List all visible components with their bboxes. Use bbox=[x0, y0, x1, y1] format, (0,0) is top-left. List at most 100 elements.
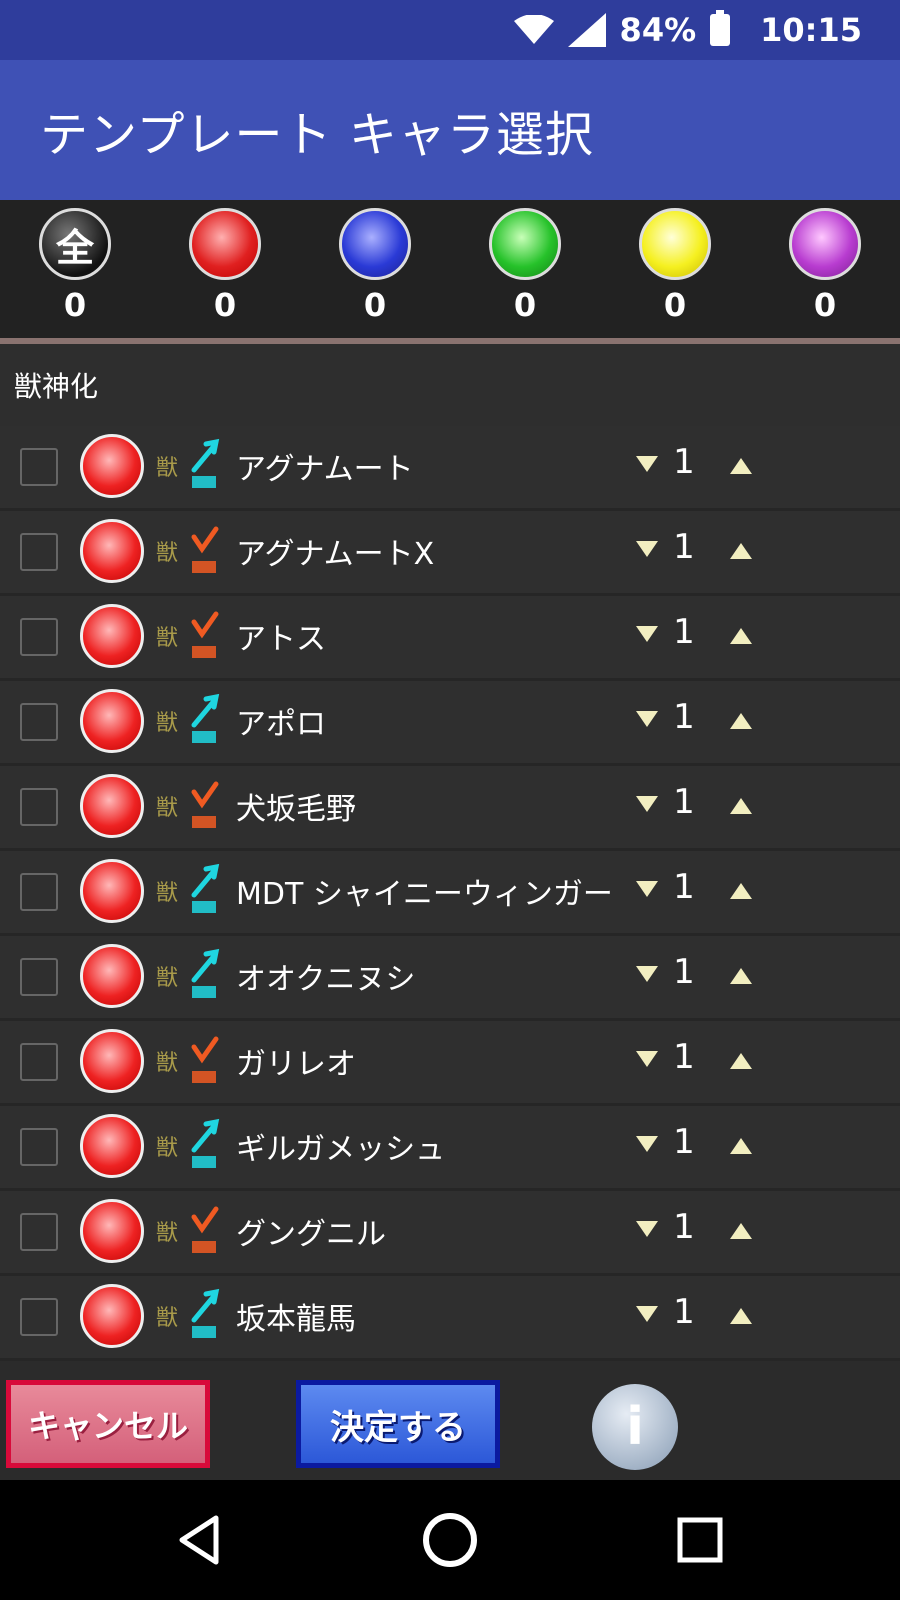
confirm-button[interactable]: 決定する bbox=[296, 1380, 500, 1468]
increment-arrow-icon[interactable] bbox=[730, 543, 752, 559]
quantity-value: 1 bbox=[673, 1292, 695, 1332]
filter-purple[interactable]: 0 bbox=[785, 208, 865, 324]
list-item[interactable]: 獣 MDT シャイニーウィンガー 1 bbox=[0, 851, 900, 936]
all-orb-icon: 全 bbox=[39, 208, 111, 280]
filter-green[interactable]: 0 bbox=[485, 208, 565, 324]
filter-count: 0 bbox=[213, 286, 237, 324]
increment-arrow-icon[interactable] bbox=[730, 798, 752, 814]
list-item[interactable]: 獣 アグナムートX 1 bbox=[0, 511, 900, 596]
select-checkbox[interactable] bbox=[20, 1043, 58, 1081]
info-button[interactable]: i bbox=[592, 1384, 678, 1470]
decrement-arrow-icon[interactable] bbox=[636, 711, 658, 727]
increment-arrow-icon[interactable] bbox=[730, 713, 752, 729]
filter-count: 0 bbox=[513, 286, 537, 324]
info-icon: i bbox=[626, 1397, 644, 1457]
back-icon[interactable] bbox=[170, 1510, 230, 1570]
decrement-arrow-icon[interactable] bbox=[636, 966, 658, 982]
decrement-arrow-icon[interactable] bbox=[636, 456, 658, 472]
fire-orb-icon bbox=[80, 519, 144, 583]
fire-orb-icon bbox=[80, 1029, 144, 1093]
select-checkbox[interactable] bbox=[20, 618, 58, 656]
type-label: 獣 bbox=[156, 626, 179, 651]
select-checkbox[interactable] bbox=[20, 1298, 58, 1336]
pierce-shot-icon bbox=[191, 438, 220, 488]
select-checkbox[interactable] bbox=[20, 533, 58, 571]
filter-count: 0 bbox=[813, 286, 837, 324]
increment-arrow-icon[interactable] bbox=[730, 1223, 752, 1239]
quantity-value: 1 bbox=[673, 697, 695, 737]
select-checkbox[interactable] bbox=[20, 788, 58, 826]
increment-arrow-icon[interactable] bbox=[730, 883, 752, 899]
section-header: 獣神化 bbox=[0, 344, 900, 426]
filter-yellow[interactable]: 0 bbox=[635, 208, 715, 324]
blue-orb-icon bbox=[339, 208, 411, 280]
recents-icon[interactable] bbox=[670, 1510, 730, 1570]
filter-red[interactable]: 0 bbox=[185, 208, 265, 324]
list-item[interactable]: 獣 オオクニヌシ 1 bbox=[0, 936, 900, 1021]
fire-orb-icon bbox=[80, 944, 144, 1008]
decrement-arrow-icon[interactable] bbox=[636, 541, 658, 557]
increment-arrow-icon[interactable] bbox=[730, 628, 752, 644]
system-nav-bar bbox=[0, 1480, 900, 1600]
wifi-icon bbox=[513, 15, 554, 44]
filter-blue[interactable]: 0 bbox=[335, 208, 415, 324]
attribute-filter-bar: 全 0 0 0 0 0 0 bbox=[0, 200, 900, 344]
fire-orb-icon bbox=[80, 859, 144, 923]
list-item[interactable]: 獣 アグナムート 1 bbox=[0, 426, 900, 511]
character-list[interactable]: 獣 アグナムート 1 獣アグナムートX 1 獣アトス 1 獣アポロ 1 獣犬坂毛野 1 獣 MDT シャ… bbox=[0, 426, 900, 1370]
select-checkbox[interactable] bbox=[20, 1128, 58, 1166]
green-orb-icon bbox=[489, 208, 561, 280]
clock: 10:15 bbox=[760, 11, 862, 49]
pierce-shot-icon bbox=[191, 693, 220, 743]
type-label: 獣 bbox=[156, 1051, 179, 1076]
filter-count: 0 bbox=[363, 286, 387, 324]
decrement-arrow-icon[interactable] bbox=[636, 1136, 658, 1152]
signal-icon bbox=[567, 13, 606, 47]
red-orb-icon bbox=[189, 208, 261, 280]
bounce-shot-icon bbox=[191, 1206, 219, 1253]
home-icon[interactable] bbox=[420, 1510, 480, 1570]
list-item[interactable]: 獣 犬坂毛野 1 bbox=[0, 766, 900, 851]
list-item[interactable]: 獣 ギルガメッシュ 1 bbox=[0, 1106, 900, 1191]
character-name: ガリレオ bbox=[236, 1047, 356, 1082]
list-item[interactable]: 獣 アポロ 1 bbox=[0, 681, 900, 766]
character-name: オオクニヌシ bbox=[236, 962, 416, 997]
select-checkbox[interactable] bbox=[20, 958, 58, 996]
filter-all[interactable]: 全 0 bbox=[35, 208, 115, 324]
increment-arrow-icon[interactable] bbox=[730, 968, 752, 984]
pierce-shot-icon bbox=[191, 1288, 220, 1338]
select-checkbox[interactable] bbox=[20, 703, 58, 741]
increment-arrow-icon[interactable] bbox=[730, 1053, 752, 1069]
quantity-value: 1 bbox=[673, 442, 695, 482]
select-checkbox[interactable] bbox=[20, 1213, 58, 1251]
decrement-arrow-icon[interactable] bbox=[636, 626, 658, 642]
select-checkbox[interactable] bbox=[20, 873, 58, 911]
decrement-arrow-icon[interactable] bbox=[636, 1306, 658, 1322]
fire-orb-icon bbox=[80, 1199, 144, 1263]
list-item[interactable]: 獣 坂本龍馬 1 bbox=[0, 1276, 900, 1361]
increment-arrow-icon[interactable] bbox=[730, 458, 752, 474]
decrement-arrow-icon[interactable] bbox=[636, 796, 658, 812]
increment-arrow-icon[interactable] bbox=[730, 1138, 752, 1154]
app-bar: テンプレート キャラ選択 bbox=[0, 60, 900, 200]
select-checkbox[interactable] bbox=[20, 448, 58, 486]
quantity-value: 1 bbox=[673, 782, 695, 822]
type-label: 獣 bbox=[156, 796, 179, 821]
fire-orb-icon bbox=[80, 604, 144, 668]
type-label: 獣 bbox=[156, 1221, 179, 1246]
pierce-shot-icon bbox=[191, 948, 220, 998]
list-item[interactable]: 獣 ガリレオ 1 bbox=[0, 1021, 900, 1106]
list-item[interactable]: 獣 アトス 1 bbox=[0, 596, 900, 681]
quantity-value: 1 bbox=[673, 952, 695, 992]
character-name: アグナムート bbox=[236, 452, 414, 487]
decrement-arrow-icon[interactable] bbox=[636, 1221, 658, 1237]
decrement-arrow-icon[interactable] bbox=[636, 1051, 658, 1067]
cancel-button[interactable]: キャンセル bbox=[6, 1380, 210, 1468]
type-label: 獣 bbox=[156, 881, 179, 906]
character-name: グングニル bbox=[236, 1217, 386, 1252]
bottom-action-bar: キャンセル 決定する i bbox=[0, 1370, 900, 1480]
list-item[interactable]: 獣 グングニル 1 bbox=[0, 1191, 900, 1276]
decrement-arrow-icon[interactable] bbox=[636, 881, 658, 897]
increment-arrow-icon[interactable] bbox=[730, 1308, 752, 1324]
page-title: テンプレート キャラ選択 bbox=[40, 107, 594, 163]
